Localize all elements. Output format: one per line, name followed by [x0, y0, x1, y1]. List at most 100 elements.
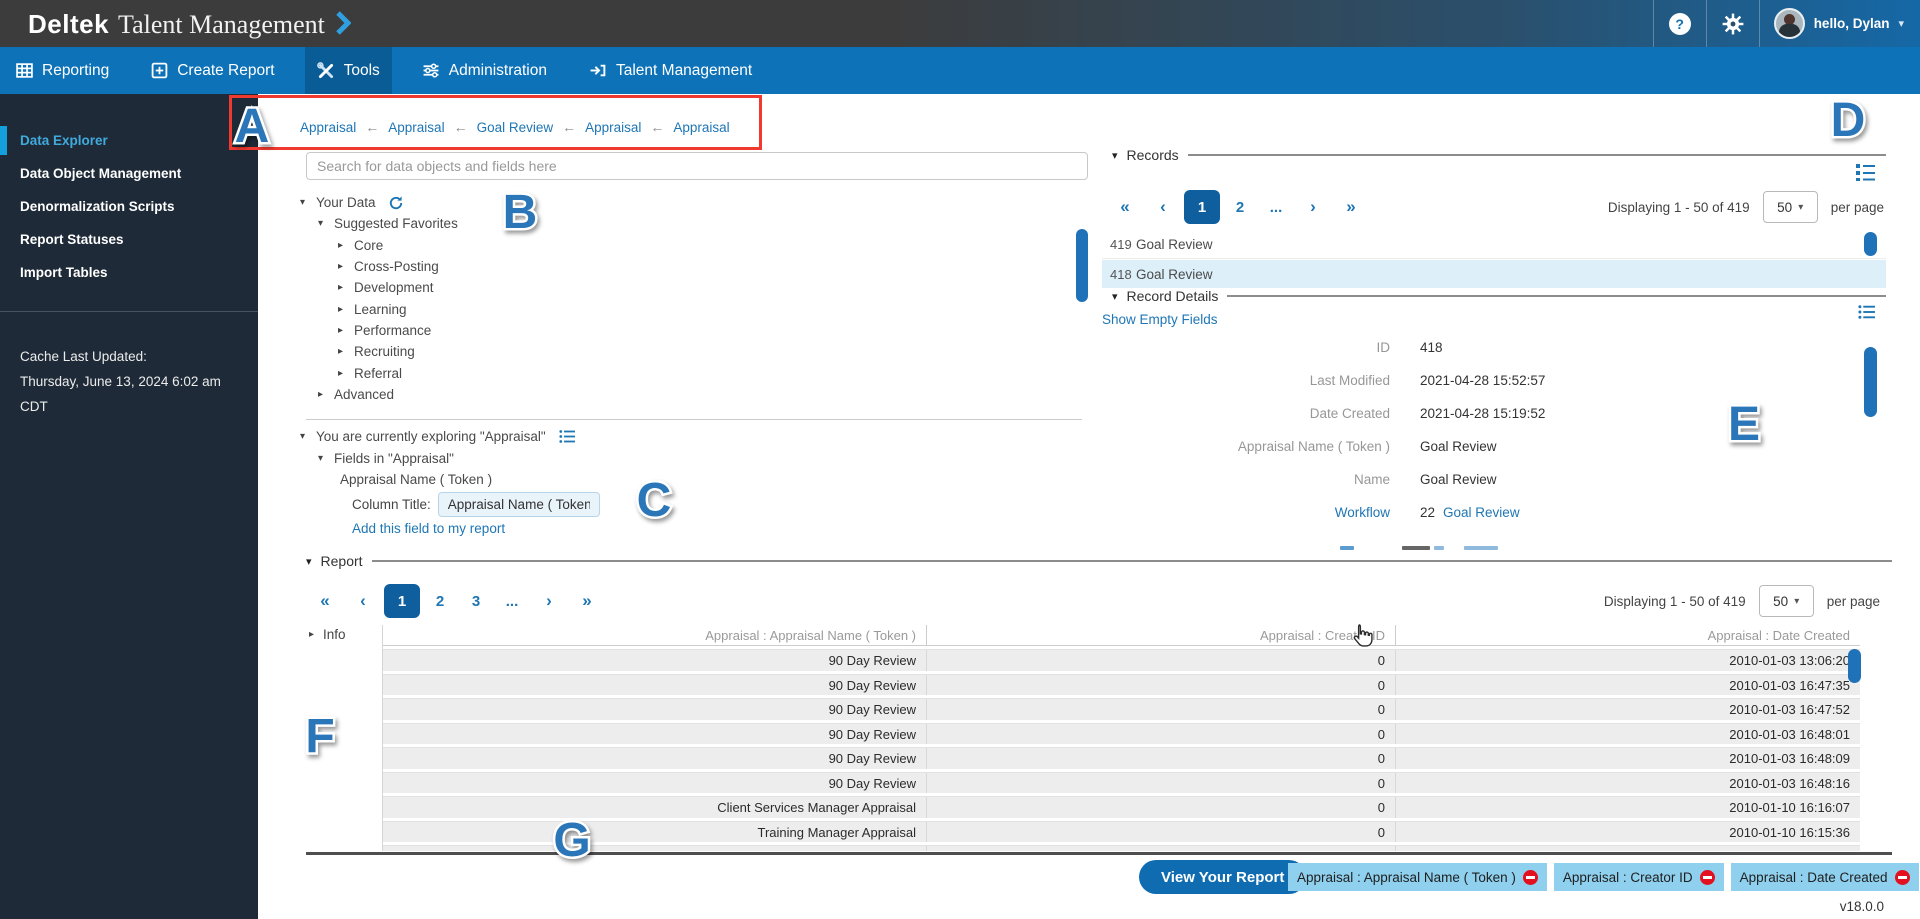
- per-page-select[interactable]: 50 ▾: [1759, 585, 1814, 617]
- remove-field-icon[interactable]: [1895, 870, 1910, 885]
- tree-item-suggested-favorites[interactable]: ▾ Suggested Favorites: [318, 213, 458, 234]
- sidebar-item-report-statuses[interactable]: Report Statuses: [0, 223, 258, 256]
- record-list-item-selected[interactable]: 418 Goal Review: [1102, 260, 1886, 288]
- breadcrumb-item[interactable]: Appraisal: [300, 120, 356, 135]
- first-page-button[interactable]: «: [306, 591, 344, 611]
- field-name: Appraisal Name ( Token ): [340, 472, 492, 487]
- chevron-collapsed-icon: ▸: [338, 304, 354, 315]
- page-button-active[interactable]: 1: [384, 584, 420, 618]
- breadcrumb-item[interactable]: Appraisal: [388, 120, 444, 135]
- numbered-list-icon[interactable]: [1855, 163, 1876, 187]
- tree-item-core[interactable]: ▸ Core: [338, 235, 458, 256]
- chevron-expanded-icon[interactable]: ▾: [306, 555, 312, 568]
- sidebar-item-import-tables[interactable]: Import Tables: [0, 256, 258, 289]
- list-icon[interactable]: [1858, 304, 1876, 325]
- tab-create-report[interactable]: Create Report: [139, 47, 286, 94]
- next-page-button[interactable]: ›: [1294, 197, 1332, 217]
- table-row[interactable]: Client Services Manager Appraisal 0 2010…: [383, 796, 1860, 818]
- detail-label-link[interactable]: Workflow: [1102, 505, 1390, 520]
- show-empty-fields-link[interactable]: Show Empty Fields: [1102, 312, 1218, 327]
- column-header[interactable]: Appraisal : Creator ID: [927, 625, 1396, 645]
- tab-talent-management[interactable]: Talent Management: [577, 47, 764, 94]
- field-item[interactable]: Appraisal Name ( Token ): [340, 469, 576, 491]
- next-page-button[interactable]: ›: [530, 591, 568, 611]
- info-toggle[interactable]: ▸ Info: [309, 627, 346, 642]
- last-page-button[interactable]: »: [1332, 197, 1370, 217]
- cell: 0: [927, 724, 1396, 745]
- tree-item-your-data[interactable]: ▾ Your Data: [300, 192, 458, 213]
- tab-tools[interactable]: Tools: [305, 47, 392, 94]
- tab-reporting[interactable]: Reporting: [4, 47, 121, 94]
- table-row[interactable]: Training Manager Appraisal 0 2010-01-10 …: [383, 821, 1860, 843]
- displaying-text: Displaying 1 - 50 of 419: [1608, 200, 1750, 215]
- per-page-select[interactable]: 50 ▾: [1763, 191, 1818, 223]
- detail-value-link[interactable]: Goal Review: [1443, 505, 1520, 520]
- page-button[interactable]: 3: [458, 593, 494, 610]
- record-list-item[interactable]: 419 Goal Review: [1102, 231, 1886, 259]
- prev-page-button[interactable]: ‹: [1144, 197, 1182, 217]
- exploring-header[interactable]: ▾ You are currently exploring "Appraisal…: [300, 426, 576, 448]
- detail-value: 2021-04-28 15:19:52: [1420, 406, 1545, 421]
- plus-square-icon: [151, 62, 168, 79]
- detail-value: 22: [1420, 505, 1435, 520]
- last-page-button[interactable]: »: [568, 591, 606, 611]
- table-row[interactable]: 90 Day Review 0 2010-01-03 16:47:52: [383, 698, 1860, 720]
- table-row[interactable]: 90 Day Review 0 2010-01-03 16:48:01: [383, 723, 1860, 745]
- page-button-active[interactable]: 1: [1184, 190, 1220, 224]
- chevron-expanded-icon[interactable]: ▾: [1112, 149, 1118, 162]
- tree-item-development[interactable]: ▸ Development: [338, 277, 458, 298]
- page-button[interactable]: 2: [422, 593, 458, 610]
- breadcrumb-item[interactable]: Appraisal: [673, 120, 729, 135]
- tree-label: Cross-Posting: [354, 259, 439, 274]
- table-scrollbar[interactable]: [1848, 649, 1861, 683]
- tree-item-performance[interactable]: ▸ Performance: [338, 320, 458, 341]
- column-header[interactable]: Appraisal : Appraisal Name ( Token ): [383, 625, 927, 645]
- settings-button[interactable]: [1707, 0, 1759, 47]
- refresh-icon[interactable]: [388, 195, 404, 211]
- tree-item-learning[interactable]: ▸ Learning: [338, 298, 458, 319]
- sidebar-item-data-explorer[interactable]: Data Explorer: [0, 124, 258, 157]
- tree-item-referral[interactable]: ▸ Referral: [338, 362, 458, 383]
- first-page-button[interactable]: «: [1106, 197, 1144, 217]
- field-chip[interactable]: Appraisal : Creator ID: [1554, 863, 1724, 891]
- remove-field-icon[interactable]: [1700, 870, 1715, 885]
- column-title-input[interactable]: [438, 492, 600, 517]
- user-menu[interactable]: hello, Dylan ▾: [1760, 8, 1920, 39]
- table-row[interactable]: 90 Day Review 0 2010-01-03 16:48:09: [383, 747, 1860, 769]
- top-header: Deltek Talent Management ?: [0, 0, 1920, 47]
- table-row-clipped[interactable]: 0: [383, 845, 1860, 851]
- add-field-link[interactable]: Add this field to my report: [352, 521, 505, 536]
- chevron-expanded-icon[interactable]: ▾: [1112, 290, 1118, 303]
- page-button[interactable]: 2: [1222, 199, 1258, 216]
- remove-field-icon[interactable]: [1523, 870, 1538, 885]
- record-details-scrollbar[interactable]: [1864, 347, 1877, 417]
- column-header[interactable]: Appraisal : Date Created: [1396, 625, 1860, 645]
- record-details-section-header: ▾ Record Details: [1112, 288, 1886, 304]
- sidebar-item-denormalization-scripts[interactable]: Denormalization Scripts: [0, 190, 258, 223]
- field-chip[interactable]: Appraisal : Date Created: [1731, 863, 1919, 891]
- table-row[interactable]: 90 Day Review 0 2010-01-03 16:48:16: [383, 772, 1860, 794]
- cell: 0: [927, 797, 1396, 818]
- help-button[interactable]: ?: [1654, 0, 1706, 47]
- list-icon[interactable]: [559, 429, 576, 444]
- field-chip[interactable]: Appraisal : Appraisal Name ( Token ): [1288, 863, 1547, 891]
- view-your-report-button[interactable]: View Your Report: [1139, 860, 1306, 894]
- chevron-collapsed-icon: ▸: [318, 389, 334, 400]
- cache-timestamp: Thursday, June 13, 2024 6:02 am CDT: [20, 369, 240, 419]
- fields-header[interactable]: ▾ Fields in "Appraisal": [318, 448, 576, 470]
- breadcrumb-item[interactable]: Appraisal: [585, 120, 641, 135]
- records-scrollbar[interactable]: [1864, 232, 1877, 256]
- tree-item-advanced[interactable]: ▸ Advanced: [318, 384, 458, 405]
- exploring-label: You are currently exploring "Appraisal": [316, 429, 546, 444]
- search-input[interactable]: [306, 152, 1088, 180]
- per-page-label: per page: [1827, 594, 1880, 609]
- breadcrumb-item[interactable]: Goal Review: [477, 120, 554, 135]
- tree-scrollbar[interactable]: [1076, 229, 1088, 302]
- table-row[interactable]: 90 Day Review 0 2010-01-03 16:47:35: [383, 674, 1860, 696]
- tree-item-recruiting[interactable]: ▸ Recruiting: [338, 341, 458, 362]
- tab-administration[interactable]: Administration: [410, 47, 559, 94]
- prev-page-button[interactable]: ‹: [344, 591, 382, 611]
- tree-item-cross-posting[interactable]: ▸ Cross-Posting: [338, 256, 458, 277]
- table-row[interactable]: 90 Day Review 0 2010-01-03 13:06:20: [383, 649, 1860, 671]
- sidebar-item-data-object-management[interactable]: Data Object Management: [0, 157, 258, 190]
